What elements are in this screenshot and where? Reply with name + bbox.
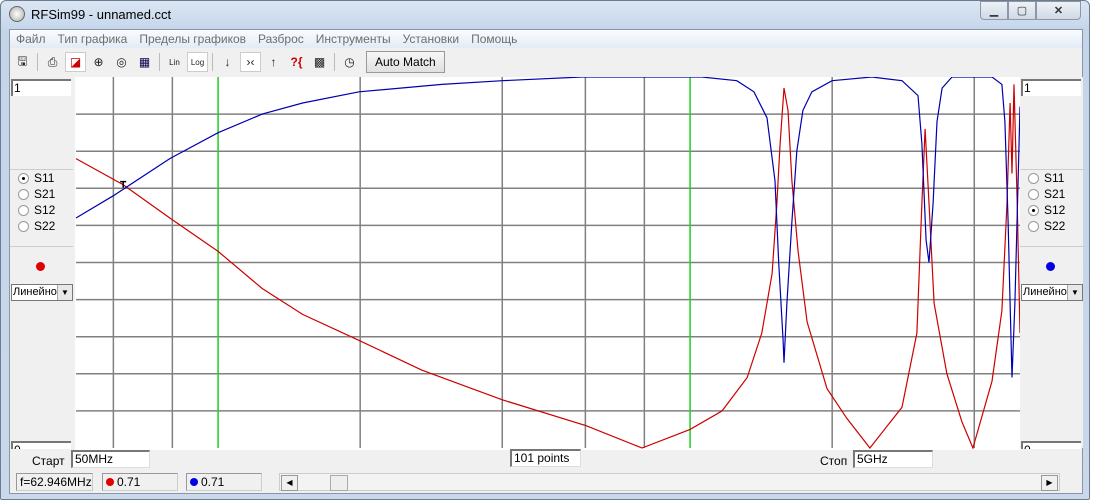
arrow-down-icon[interactable]: ↓ — [217, 52, 238, 72]
left-max-input[interactable]: 1 — [11, 79, 71, 96]
radio-icon — [18, 204, 29, 216]
lin-scale-button[interactable]: Lin — [164, 52, 185, 72]
menu-graph-type[interactable]: Тип графика — [52, 30, 134, 48]
right-trace-panel: 1 S11 S21 S12 S22 Линейно▼ 0 — [1020, 77, 1083, 449]
radio-icon — [1028, 188, 1039, 200]
log-scale-button[interactable]: Log — [187, 52, 208, 72]
s11-value: 0.71 — [117, 475, 141, 489]
chevron-down-icon[interactable]: ▼ — [1067, 285, 1082, 300]
minimize-button[interactable]: ▁ — [980, 1, 1008, 20]
trace-color-icon[interactable] — [1046, 262, 1055, 271]
chevron-down-icon[interactable]: ▼ — [57, 285, 72, 300]
right-radio-s22[interactable]: S22 — [1020, 218, 1083, 234]
polar-plot-icon[interactable]: ⊕ — [88, 52, 109, 72]
left-radio-s22[interactable]: S22 — [10, 218, 73, 234]
help-context-icon[interactable]: ?{ — [286, 52, 307, 72]
left-min-input[interactable]: 0 — [11, 441, 71, 449]
scroll-left-icon[interactable]: ◀ — [281, 475, 298, 491]
left-radio-s21[interactable]: S21 — [10, 186, 73, 202]
radio-icon — [18, 220, 29, 232]
radio-icon — [18, 172, 29, 184]
smith-chart-icon[interactable]: ◎ — [111, 52, 132, 72]
app-window: RFSim99 - unnamed.cct ▁ ▢ ✕ Файл Тип гра… — [0, 0, 1090, 500]
scroll-right-icon[interactable]: ▶ — [1041, 475, 1058, 491]
menu-tools[interactable]: Инструменты — [310, 30, 397, 48]
menu-tolerance[interactable]: Разброс — [252, 30, 310, 48]
menu-settings[interactable]: Установки — [397, 30, 465, 48]
auto-match-button[interactable]: Auto Match — [366, 51, 445, 73]
blue-dot-icon — [190, 478, 198, 486]
menu-help[interactable]: Помощь — [465, 30, 523, 48]
radio-label: S21 — [34, 187, 56, 201]
components-icon[interactable]: ▩ — [309, 52, 330, 72]
window-title: RFSim99 - unnamed.cct — [31, 6, 172, 22]
right-scale-select[interactable]: Линейно ▼ — [1021, 284, 1083, 301]
trace-color-icon[interactable] — [36, 262, 45, 271]
separator — [159, 53, 160, 71]
right-radio-s12[interactable]: S12 — [1020, 202, 1083, 218]
radio-label: S11 — [34, 171, 55, 185]
left-radio-s11[interactable]: S11 — [10, 170, 73, 186]
left-scale-select[interactable]: Линейно ▼ — [11, 284, 73, 301]
rectangular-plot-icon[interactable]: ◪ — [65, 52, 86, 72]
arrow-up-icon[interactable]: ↑ — [263, 52, 284, 72]
tune-icon[interactable]: ◷ — [339, 52, 360, 72]
radio-label: S12 — [1044, 203, 1066, 217]
radio-label: S21 — [1044, 187, 1066, 201]
radio-label: S22 — [34, 219, 56, 233]
radio-icon — [18, 188, 29, 200]
select-value: Линейно — [13, 286, 57, 298]
select-value: Линейно — [1023, 286, 1067, 298]
save-to-schematic-icon[interactable]: 🖫 — [12, 52, 33, 72]
points-input[interactable]: 101 points — [510, 449, 581, 467]
client-area: Файл Тип графика Пределы графиков Разбро… — [9, 29, 1083, 494]
stop-label: Стоп — [820, 454, 848, 468]
left-param-radios: S11 S21 S12 S22 — [10, 169, 73, 247]
frequency-scrollbar[interactable]: ◀ ▶ — [279, 473, 1060, 491]
radio-icon — [1028, 172, 1039, 184]
left-trace-panel: 1 S11 S21 S12 S22 Линейно▼ 0 — [10, 77, 73, 449]
s12-readout: 0.71 — [186, 473, 262, 491]
close-button[interactable]: ✕ — [1036, 1, 1081, 20]
right-param-radios: S11 S21 S12 S22 — [1020, 169, 1083, 247]
start-frequency-input[interactable]: 50MHz — [71, 450, 150, 468]
separator — [334, 53, 335, 71]
s-parameter-plot[interactable] — [75, 77, 1021, 450]
right-radio-s11[interactable]: S11 — [1020, 170, 1083, 186]
right-max-input[interactable]: 1 — [1021, 79, 1081, 96]
left-radio-s12[interactable]: S12 — [10, 202, 73, 218]
menu-file[interactable]: Файл — [10, 30, 52, 48]
radio-label: S12 — [34, 203, 56, 217]
radio-icon — [1028, 204, 1039, 216]
red-dot-icon — [106, 478, 114, 486]
menu-graph-limits[interactable]: Пределы графиков — [133, 30, 252, 48]
toolbar: 🖫 ⎙ ◪ ⊕ ◎ ▦ Lin Log ↓ ›‹ ↑ ?{ ▩ ◷ Auto M… — [10, 50, 1084, 74]
scroll-thumb[interactable] — [330, 475, 348, 491]
radio-icon — [1028, 220, 1039, 232]
menu-bar: Файл Тип графика Пределы графиков Разбро… — [10, 30, 1082, 48]
right-radio-s21[interactable]: S21 — [1020, 186, 1083, 202]
s11-readout: 0.71 — [102, 473, 178, 491]
frequency-readout: f=62.946MHz — [16, 473, 93, 491]
right-min-input[interactable]: 0 — [1021, 441, 1081, 449]
radio-label: S11 — [1044, 171, 1065, 185]
separator — [212, 53, 213, 71]
s12-value: 0.71 — [201, 475, 225, 489]
table-icon[interactable]: ▦ — [134, 52, 155, 72]
print-icon[interactable]: ⎙ — [42, 52, 63, 72]
title-bar: RFSim99 - unnamed.cct — [9, 5, 171, 23]
start-label: Старт — [32, 454, 65, 468]
radio-label: S22 — [1044, 219, 1066, 233]
app-icon — [9, 6, 25, 22]
window-controls: ▁ ▢ ✕ — [980, 1, 1081, 20]
zoom-in-icon[interactable]: ›‹ — [240, 52, 261, 72]
stop-frequency-input[interactable]: 5GHz — [853, 450, 933, 468]
maximize-button[interactable]: ▢ — [1008, 1, 1036, 20]
separator — [37, 53, 38, 71]
